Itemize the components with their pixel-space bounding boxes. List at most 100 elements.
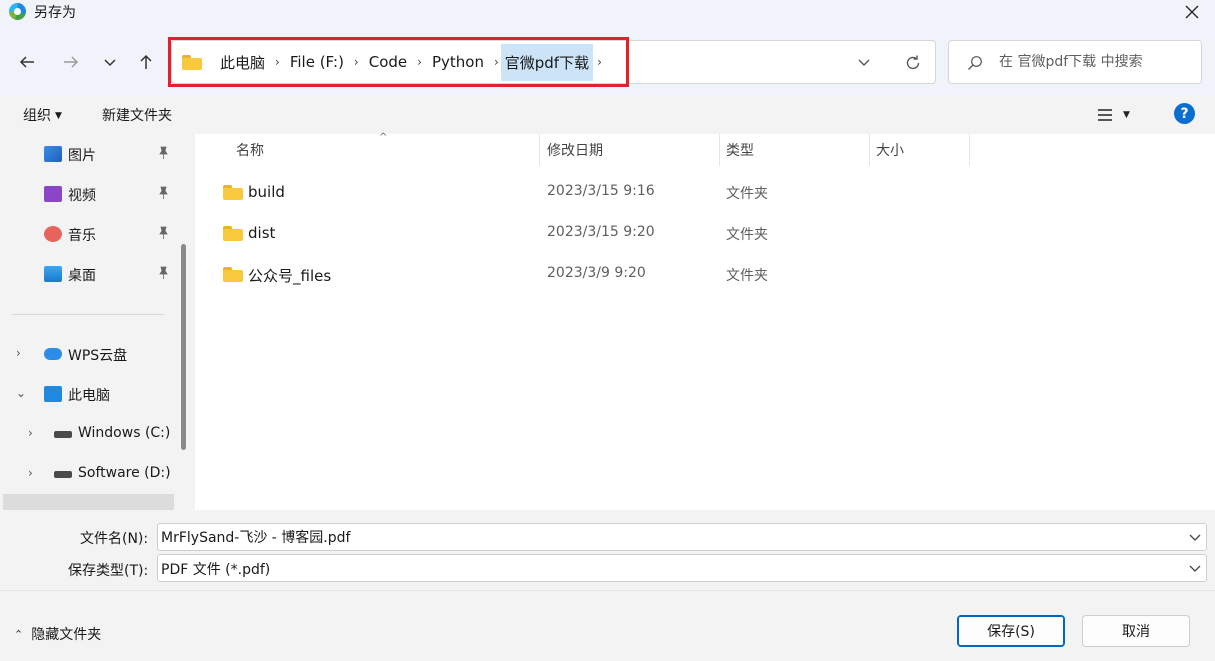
title-bar: 另存为	[0, 0, 1215, 24]
address-bar[interactable]: 此电脑 › File (F:) › Code › Python › 官微pdf下…	[171, 40, 936, 84]
chevron-right-icon[interactable]: ›	[28, 426, 40, 440]
filetype-value: PDF 文件 (*.pdf)	[161, 562, 271, 578]
sidebar-item-label: 此电脑	[68, 388, 110, 404]
chevron-down-icon[interactable]: ⌄	[16, 386, 28, 400]
save-form: 文件名(N): 保存类型(T): PDF 文件 (*.pdf) ⌃ 隐藏文件夹 …	[0, 510, 1215, 661]
file-name: build	[248, 183, 285, 201]
sidebar-divider	[12, 314, 164, 315]
column-header-type[interactable]: 类型	[726, 134, 754, 166]
sidebar-item-selected-partial[interactable]	[3, 494, 174, 510]
address-history-button[interactable]	[854, 53, 874, 71]
chevron-down-icon[interactable]	[1188, 530, 1202, 544]
file-type: 文件夹	[726, 227, 768, 243]
sidebar-item-wps-cloud[interactable]: › WPS云盘	[0, 336, 174, 372]
folder-icon	[223, 226, 243, 241]
filename-field[interactable]	[157, 523, 1207, 551]
file-type: 文件夹	[726, 186, 768, 202]
cancel-button[interactable]: 取消	[1082, 615, 1190, 647]
chevron-down-icon	[104, 59, 116, 67]
sidebar-scrollbar[interactable]	[181, 244, 186, 450]
column-divider[interactable]	[869, 134, 870, 166]
column-header-date[interactable]: 修改日期	[547, 134, 603, 166]
file-name: dist	[248, 224, 276, 242]
desktop-icon	[44, 266, 62, 282]
organize-label: 组织	[23, 108, 51, 124]
hide-folders-button[interactable]: ⌃ 隐藏文件夹	[14, 624, 101, 644]
table-row[interactable]: build 2023/3/15 9:16 文件夹	[195, 174, 975, 210]
sidebar-item-label: 视频	[68, 188, 96, 204]
caret-down-icon: ▼	[1123, 110, 1130, 120]
column-header-name[interactable]: 名称	[236, 134, 264, 166]
breadcrumb-code[interactable]: Code	[365, 51, 411, 73]
file-name: 公众号_files	[248, 267, 332, 285]
new-folder-button[interactable]: 新建文件夹	[102, 105, 172, 125]
sidebar-item-videos[interactable]: 视频	[0, 176, 174, 212]
breadcrumb-file-drive[interactable]: File (F:)	[286, 51, 348, 73]
close-button[interactable]	[1169, 0, 1215, 24]
file-date: 2023/3/15 9:20	[547, 224, 655, 240]
chevron-down-icon[interactable]	[1188, 561, 1202, 575]
forward-button[interactable]	[57, 48, 85, 76]
folder-icon	[182, 54, 202, 70]
pin-icon	[159, 226, 168, 239]
filetype-select[interactable]: PDF 文件 (*.pdf)	[157, 554, 1207, 582]
folder-icon	[223, 185, 243, 200]
footer-divider	[0, 590, 1215, 591]
filename-label: 文件名(N):	[80, 531, 149, 547]
chevron-right-icon[interactable]: ›	[417, 55, 422, 69]
sidebar-item-windows-c[interactable]: › Windows (C:)	[0, 416, 174, 452]
sidebar-item-label: Windows (C:)	[78, 425, 171, 441]
refresh-icon	[906, 55, 920, 70]
column-divider[interactable]	[539, 134, 540, 166]
column-header-size[interactable]: 大小	[876, 134, 904, 166]
organize-menu-button[interactable]: 组织 ▼	[23, 105, 62, 125]
refresh-button[interactable]	[902, 52, 924, 74]
sidebar-item-software-d[interactable]: › Software (D:)	[0, 456, 174, 492]
drive-icon	[54, 431, 72, 438]
breadcrumb: 此电脑 › File (F:) › Code › Python › 官微pdf下…	[182, 41, 608, 83]
search-icon	[968, 56, 982, 70]
file-type: 文件夹	[726, 268, 768, 284]
sidebar-item-desktop[interactable]: 桌面	[0, 256, 174, 292]
sidebar-item-this-pc[interactable]: ⌄ 此电脑	[0, 376, 174, 412]
view-options-button[interactable]: ▼	[1097, 105, 1141, 125]
pin-icon	[159, 146, 168, 159]
help-button[interactable]: ?	[1174, 103, 1195, 124]
arrow-right-icon	[64, 56, 79, 68]
file-list: ^ 名称 修改日期 类型 大小 build 2023/3/15 9:16 文件夹…	[195, 132, 1215, 510]
chevron-right-icon[interactable]: ›	[597, 55, 602, 69]
table-row[interactable]: 公众号_files 2023/3/9 9:20 文件夹	[195, 256, 975, 292]
sidebar-item-label: 桌面	[68, 268, 96, 284]
chevron-right-icon[interactable]: ›	[275, 55, 280, 69]
breadcrumb-current-folder[interactable]: 官微pdf下载	[500, 43, 594, 81]
table-row[interactable]: dist 2023/3/15 9:20 文件夹	[195, 215, 975, 251]
column-divider[interactable]	[719, 134, 720, 166]
file-date: 2023/3/15 9:16	[547, 183, 655, 199]
search-box[interactable]	[948, 40, 1202, 84]
hide-folders-label: 隐藏文件夹	[31, 627, 102, 643]
caret-down-icon: ▼	[55, 111, 62, 121]
save-button[interactable]: 保存(S)	[957, 615, 1065, 647]
navigation-pane: 图片 视频 音乐 桌面 › WPS云盘 ⌄ 此电脑 › Windows (C:)…	[0, 134, 195, 510]
videos-icon	[44, 186, 62, 202]
sidebar-item-pictures[interactable]: 图片	[0, 136, 174, 172]
sidebar-item-label: 音乐	[68, 228, 96, 244]
search-input[interactable]	[999, 51, 1194, 73]
sidebar-item-label: Software (D:)	[78, 465, 171, 481]
chevron-right-icon[interactable]: ›	[494, 55, 499, 69]
breadcrumb-python[interactable]: Python	[428, 51, 488, 73]
file-date: 2023/3/9 9:20	[547, 265, 646, 281]
recent-locations-button[interactable]	[96, 48, 124, 76]
chevron-right-icon[interactable]: ›	[28, 466, 40, 480]
edge-app-icon	[9, 3, 26, 20]
chevron-right-icon[interactable]: ›	[354, 55, 359, 69]
sidebar-item-music[interactable]: 音乐	[0, 216, 174, 252]
folder-icon	[223, 267, 243, 282]
back-button[interactable]	[13, 48, 41, 76]
sort-ascending-icon: ^	[379, 132, 388, 143]
breadcrumb-this-pc[interactable]: 此电脑	[216, 50, 269, 75]
chevron-right-icon[interactable]: ›	[16, 346, 28, 360]
column-divider[interactable]	[969, 134, 970, 166]
up-button[interactable]	[132, 48, 160, 76]
filename-input[interactable]	[161, 526, 1181, 548]
